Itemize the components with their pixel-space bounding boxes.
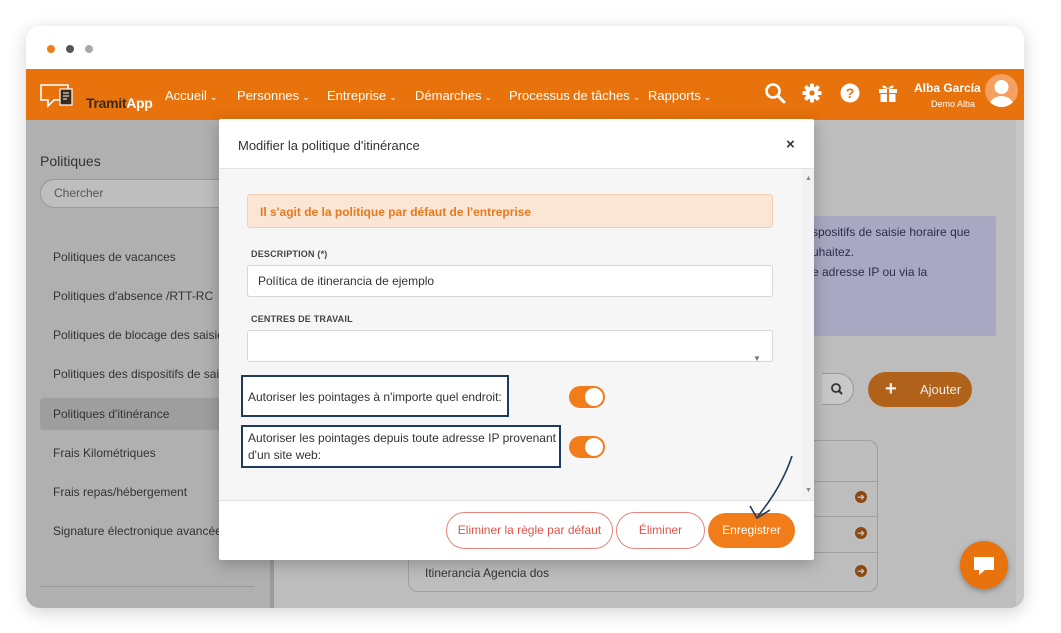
avatar[interactable] [985, 74, 1018, 107]
chevron-down-icon: ⌄ [302, 92, 310, 102]
svg-text:?: ? [846, 85, 855, 101]
toggle1-label: Autoriser les pointages à n'importe quel… [248, 390, 502, 404]
chevron-down-icon: ⌄ [209, 92, 218, 102]
toggle-anywhere[interactable] [569, 386, 605, 408]
row-open-arrow-icon[interactable]: ➜ [855, 565, 867, 577]
sidebar-item-dispositifs[interactable]: Politiques des dispositifs de saisi [53, 367, 228, 381]
scroll-up-icon[interactable]: ▲ [805, 175, 812, 182]
nav-item-entreprise[interactable]: Entreprise ⌄ [327, 88, 397, 103]
sidebar-item-absence[interactable]: Politiques d'absence /RTT-RC [53, 289, 213, 303]
work-centers-select[interactable]: ▼ [247, 330, 773, 363]
sidebar-divider [40, 586, 254, 587]
chat-bubble-icon [974, 557, 994, 575]
sidebar-title: Politiques [40, 153, 101, 169]
search-icon [831, 383, 843, 395]
sidebar-item-vacances[interactable]: Politiques de vacances [53, 250, 176, 264]
sidebar-item-kilometriques[interactable]: Frais Kilométriques [53, 446, 156, 460]
search-icon[interactable] [763, 81, 787, 105]
edit-roaming-policy-modal: Modifier la politique d'itinérance × Il … [219, 119, 814, 560]
window-close-dot[interactable] [47, 45, 55, 53]
nav-item-personnes[interactable]: Personnes ⌄ [237, 88, 310, 103]
info-line-1: spositifs de saisie horaire que [812, 225, 971, 239]
dropdown-caret-icon: ▼ [753, 354, 761, 363]
plus-icon: + [885, 378, 897, 400]
gift-icon[interactable] [876, 81, 900, 105]
toggle2-highlight: Autoriser les pointages depuis toute adr… [241, 425, 561, 468]
toggle2-label-line2: d'un site web: [248, 448, 322, 462]
sidebar-item-repas[interactable]: Frais repas/hébergement [53, 485, 187, 499]
logo-wordmark: TramitApp [86, 95, 153, 111]
toggle2-label-line1: Autoriser les pointages depuis toute adr… [248, 431, 556, 445]
top-navbar: TramitApp Accueil ⌄ Personnes ⌄ Entreprise… [26, 69, 1024, 120]
app-window: TramitApp Accueil ⌄ Personnes ⌄ Entreprise… [26, 26, 1024, 608]
modal-scrollbar[interactable]: ▲ ▼ [802, 169, 814, 500]
tramitapp-logo[interactable]: TramitApp [38, 78, 153, 111]
nav-item-rapports[interactable]: Rapports ⌄ [648, 88, 711, 103]
modal-footer-divider [219, 500, 814, 501]
nav-item-demarches[interactable]: Démarches ⌄ [415, 88, 492, 103]
list-item[interactable]: Itinerancia Agencia dos [425, 566, 549, 580]
modal-title: Modifier la politique d'itinérance [238, 138, 420, 153]
sidebar-item-itinerance[interactable]: Politiques d'itinérance [53, 407, 169, 421]
user-name[interactable]: Alba García [914, 81, 981, 95]
delete-button[interactable]: Éliminer [616, 512, 705, 549]
toggle-knob [585, 438, 603, 456]
gear-icon[interactable] [800, 81, 824, 105]
chevron-down-icon: ⌄ [484, 92, 493, 102]
alert-text: Il s'agit de la politique par défaut de … [260, 205, 532, 219]
chat-button[interactable] [960, 541, 1008, 589]
list-search-button[interactable] [822, 373, 854, 405]
help-icon[interactable]: ? [838, 81, 862, 105]
sidebar-item-signature[interactable]: Signature électronique avancée [53, 524, 222, 538]
row-open-arrow-icon[interactable]: ➜ [855, 527, 867, 539]
row-open-arrow-icon[interactable]: ➜ [855, 491, 867, 503]
description-input[interactable]: Política de itinerancia de ejemplo [247, 265, 773, 297]
chevron-down-icon: ⌄ [703, 92, 712, 102]
window-maximize-dot[interactable] [85, 45, 93, 53]
logo-icon [40, 84, 73, 108]
work-centers-label: CENTRES DE TRAVAIL [251, 314, 353, 324]
chevron-down-icon: ⌄ [389, 92, 397, 102]
toggle1-highlight: Autoriser les pointages à n'importe quel… [241, 375, 509, 417]
info-line-2: uhaitez. [812, 245, 855, 259]
window-chrome [26, 26, 1024, 69]
sidebar-item-blocage[interactable]: Politiques de blocage des saisies [53, 328, 230, 342]
add-button-label: Ajouter [920, 382, 962, 397]
remove-default-rule-button[interactable]: Eliminer la règle par défaut [446, 512, 613, 549]
toggle-ip-website[interactable] [569, 436, 605, 458]
main-scrollbar[interactable] [1016, 120, 1024, 608]
default-policy-alert: Il s'agit de la politique par défaut de … [247, 194, 773, 228]
nav-item-processus[interactable]: Processus de tâches ⌄ [509, 88, 640, 103]
annotation-arrow-icon [749, 455, 793, 520]
add-policy-button[interactable]: + Ajouter [868, 372, 972, 407]
window-minimize-dot[interactable] [66, 45, 74, 53]
user-company: Demo Alba [931, 99, 976, 109]
scroll-down-icon[interactable]: ▼ [805, 487, 812, 494]
description-label: DESCRIPTION (*) [251, 249, 328, 259]
chevron-down-icon: ⌄ [632, 92, 641, 102]
nav-item-accueil[interactable]: Accueil ⌄ [165, 88, 217, 103]
close-icon[interactable]: × [786, 136, 795, 153]
toggle-knob [585, 388, 603, 406]
info-line-3: e adresse IP ou via la [812, 265, 928, 279]
